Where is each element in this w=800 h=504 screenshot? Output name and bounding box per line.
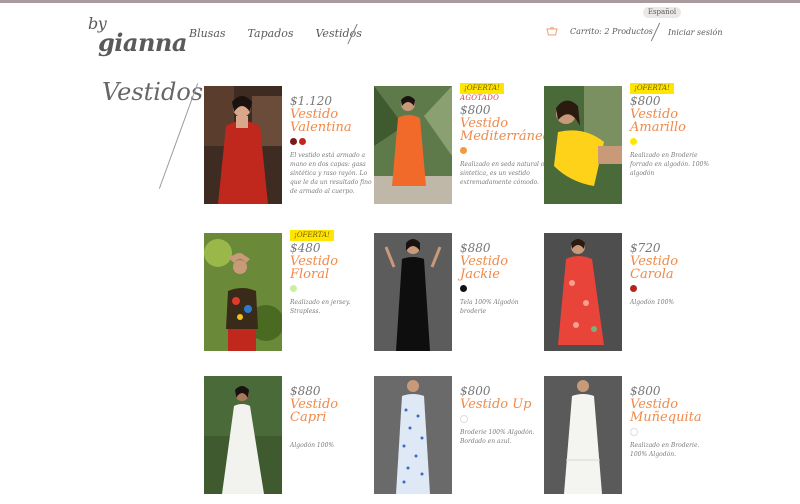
product-description: Realizado en jersey. Strapless. [290, 299, 351, 315]
color-swatches [290, 285, 376, 293]
product-description: Algodón 100% [290, 442, 335, 449]
color-swatch[interactable] [630, 285, 637, 292]
product-card[interactable]: ¡OFERTA! AGOTADO $800 Vestido Mediterrán… [374, 83, 550, 206]
color-swatch[interactable] [460, 147, 467, 154]
product-price: $800 [630, 384, 661, 398]
brand-logo-name: gianna [98, 28, 187, 57]
color-swatches [290, 428, 376, 436]
product-price: $720 [630, 241, 661, 255]
product-description: Broderie 100% Algodón. Bordado en azul. [460, 429, 535, 445]
product-card[interactable]: $720 Vestido Carola Algodón 100% [544, 233, 714, 353]
product-description: Algodón 100% [630, 299, 675, 306]
product-card[interactable]: ¡OFERTA! $800 Vestido Amarillo Realizado… [544, 83, 716, 206]
product-image[interactable] [374, 233, 452, 351]
product-name[interactable]: Vestido Amarillo [630, 108, 716, 134]
color-swatch[interactable] [460, 285, 467, 292]
product-name[interactable]: Vestido Mediterráneo [460, 117, 550, 143]
offer-badge: ¡OFERTA! [630, 83, 674, 94]
product-price: $800 [460, 384, 491, 398]
product-image[interactable] [204, 376, 282, 494]
nav-item-blusas[interactable]: Blusas [189, 27, 226, 40]
product-card[interactable]: $800 Vestido Up Broderie 100% Algodón. B… [374, 376, 544, 496]
cart-label: Carrito: 2 Productos [570, 26, 653, 36]
product-image[interactable] [544, 233, 622, 351]
product-name[interactable]: Vestido Muñequita [630, 398, 716, 424]
sold-out-label: AGOTADO [460, 94, 500, 102]
color-swatches [630, 428, 716, 436]
product-price: $800 [460, 103, 491, 117]
color-swatch[interactable] [460, 415, 468, 423]
color-swatch[interactable] [290, 138, 297, 145]
product-card[interactable]: $800 Vestido Muñequita Realizado en Brod… [544, 376, 714, 496]
product-card[interactable]: $880 Vestido Capri Algodón 100% [204, 376, 374, 496]
color-swatches [290, 138, 376, 146]
product-price: $480 [290, 241, 321, 255]
product-name[interactable]: Vestido Floral [290, 255, 376, 281]
product-price: $880 [460, 241, 491, 255]
offer-badge: ¡OFERTA! [460, 83, 504, 94]
product-description: Realizado en Broderie. 100% Algodón. [630, 442, 700, 458]
offer-badge: ¡OFERTA! [290, 230, 334, 241]
language-selector[interactable]: Español [643, 7, 681, 18]
page-title: Vestidos [102, 78, 204, 106]
color-swatch[interactable] [299, 138, 306, 145]
product-price: $880 [290, 384, 321, 398]
color-swatch[interactable] [290, 285, 297, 292]
product-image[interactable] [204, 86, 282, 204]
product-description: Tela 100% Algodón broderie [460, 299, 519, 315]
product-description: El vestido está armado a mano en dos cap… [290, 152, 372, 195]
product-image[interactable] [204, 233, 282, 351]
product-image[interactable] [374, 86, 452, 204]
top-accent-bar [0, 0, 800, 3]
color-swatch[interactable] [630, 428, 638, 436]
product-price: $1.120 [290, 94, 332, 108]
product-card[interactable]: $880 Vestido Jackie Tela 100% Algodón br… [374, 233, 544, 353]
product-image[interactable] [374, 376, 452, 494]
brand-logo[interactable]: by gianna [88, 14, 187, 57]
product-image[interactable] [544, 376, 622, 494]
product-price: $800 [630, 94, 661, 108]
product-name[interactable]: Vestido Capri [290, 398, 376, 424]
product-card[interactable]: ¡OFERTA! $480 Vestido Floral Realizado e… [204, 230, 376, 353]
color-swatches [630, 138, 716, 146]
product-name[interactable]: Vestido Carola [630, 255, 716, 281]
product-name[interactable]: Vestido Jackie [460, 255, 546, 281]
product-image[interactable] [544, 86, 622, 204]
product-description: Realizado en seda natural o sintetica, e… [460, 161, 545, 186]
color-swatches [630, 285, 716, 293]
login-link[interactable]: Iniciar sesión [668, 28, 723, 37]
product-name[interactable]: Vestido Valentina [290, 108, 376, 134]
color-swatches [460, 415, 546, 423]
product-card[interactable]: $1.120 Vestido Valentina El vestido está… [204, 86, 374, 206]
nav-item-tapados[interactable]: Tapados [248, 27, 294, 40]
product-description: Realizado en Broderie forrado en algodón… [630, 152, 710, 177]
color-swatches [460, 285, 546, 293]
cart-link[interactable]: Carrito: 2 Productos [546, 26, 653, 36]
product-name[interactable]: Vestido Up [460, 398, 546, 411]
color-swatch[interactable] [630, 138, 637, 145]
basket-icon [546, 27, 558, 36]
color-swatches [460, 147, 546, 155]
